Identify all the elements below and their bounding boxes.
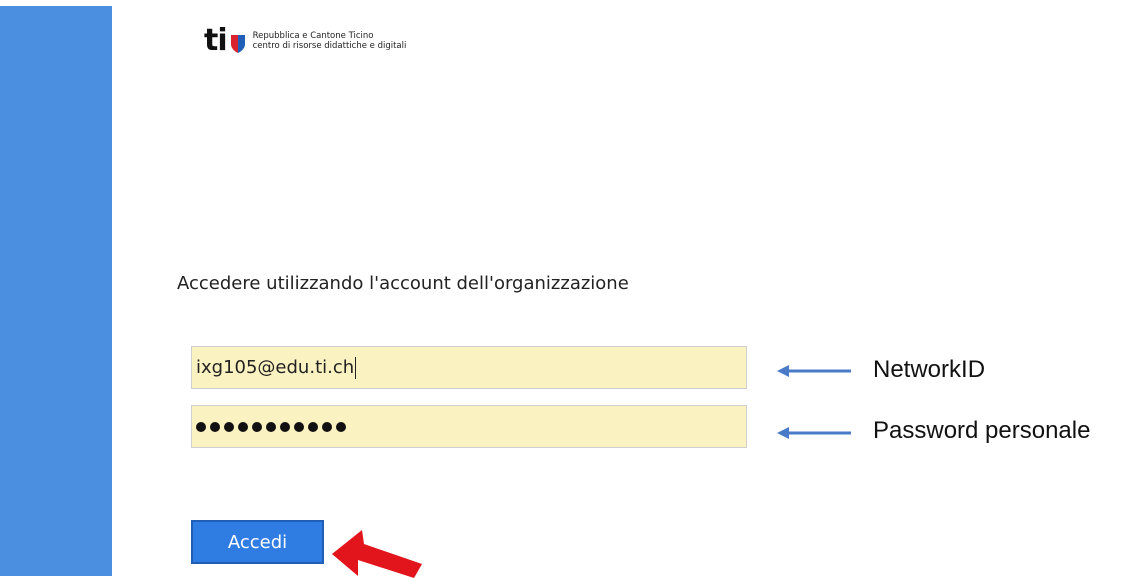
password-dot [238,421,248,432]
logo-line-1: Repubblica e Cantone Ticino [252,31,374,41]
left-sidebar-band [0,6,112,576]
password-dot [294,421,304,432]
accedi-button[interactable]: Accedi [191,520,324,564]
username-input[interactable]: ixg105@edu.ti.ch [191,346,747,389]
login-page: ti Repubblica e Cantone Ticino centro di… [0,0,1141,578]
password-input[interactable] [191,405,747,448]
password-annotation: Password personale [873,417,1091,444]
arrow-left-icon [777,427,851,439]
logo-text: Repubblica e Cantone Ticino centro di ri… [253,31,407,51]
password-dot [336,421,346,432]
ticino-shield-icon [230,35,245,53]
password-dot [308,421,318,432]
password-dot [252,421,262,432]
username-value: ixg105@edu.ti.ch [196,357,355,378]
password-mask [196,421,350,432]
red-arrow-pointer-icon [332,530,422,578]
password-dot [210,421,220,432]
arrow-left-icon [777,365,851,377]
logo-mark: ti [204,23,228,58]
password-dot [266,421,276,432]
password-dot [224,421,234,432]
logo-line-2: centro di risorse didattiche e digitali [252,41,407,51]
password-dot [280,421,290,432]
sign-in-heading: Accedere utilizzando l'account dell'orga… [177,273,629,294]
networkid-annotation: NetworkID [873,356,986,383]
password-dot [322,421,332,432]
text-caret [355,356,357,379]
ticino-logo: ti Repubblica e Cantone Ticino centro di… [204,26,406,56]
password-dot [196,421,206,432]
